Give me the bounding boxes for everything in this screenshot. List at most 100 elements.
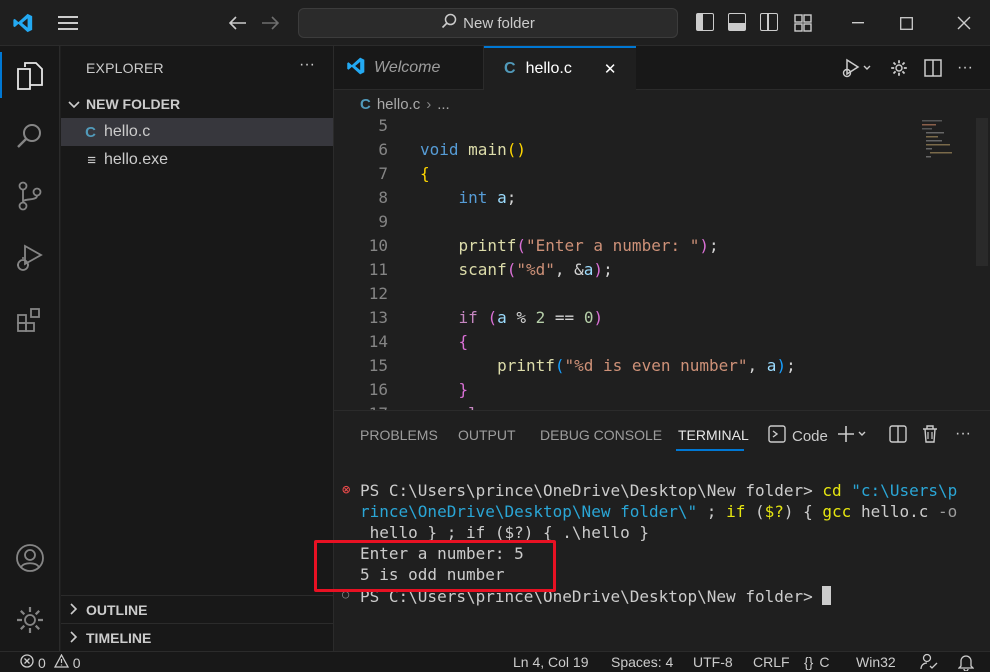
line-number: 8 bbox=[378, 187, 388, 207]
split-terminal-icon[interactable] bbox=[886, 411, 910, 457]
outline-label: OUTLINE bbox=[86, 601, 148, 618]
status-bar: 0 0 Ln 4, Col 19 Spaces: 4 UTF-8 CRLF {}… bbox=[0, 651, 990, 672]
timeline-label: TIMELINE bbox=[86, 629, 152, 646]
toggle-secondary-sidebar-icon[interactable] bbox=[760, 13, 778, 31]
tab-terminal[interactable]: TERMINAL bbox=[678, 427, 749, 443]
tab-welcome[interactable]: Welcome bbox=[334, 46, 484, 90]
line-number: 13 bbox=[368, 307, 388, 327]
binary-file-icon: ≡ bbox=[87, 151, 96, 169]
encoding-status[interactable]: UTF-8 bbox=[693, 654, 733, 670]
command-center-search[interactable]: New folder bbox=[298, 8, 678, 38]
more-actions-icon[interactable]: ··· bbox=[299, 56, 315, 74]
file-item-hello-c[interactable]: C hello.c bbox=[61, 118, 333, 146]
trash-icon[interactable] bbox=[918, 411, 942, 457]
error-decoration-icon: ⊗ bbox=[342, 482, 351, 498]
source-control-icon[interactable] bbox=[0, 170, 60, 222]
minimap[interactable] bbox=[918, 118, 968, 168]
search-icon bbox=[441, 13, 457, 33]
close-window-icon[interactable] bbox=[942, 0, 986, 46]
cursor-position[interactable]: Ln 4, Col 19 bbox=[513, 654, 589, 670]
folder-new-folder[interactable]: NEW FOLDER bbox=[61, 92, 333, 116]
problems-status[interactable]: 0 0 bbox=[20, 653, 81, 671]
tab-label: Welcome bbox=[374, 59, 441, 76]
settings-gear-icon[interactable] bbox=[0, 594, 60, 646]
file-item-hello-exe[interactable]: ≡ hello.exe bbox=[61, 146, 333, 174]
run-code-icon[interactable] bbox=[836, 46, 876, 90]
eol-status[interactable]: CRLF bbox=[753, 654, 790, 670]
vscode-logo-icon bbox=[8, 0, 38, 46]
more-actions-icon[interactable]: ··· bbox=[952, 46, 978, 90]
chevron-right-icon bbox=[61, 602, 86, 618]
breadcrumb-rest[interactable]: ... bbox=[437, 96, 450, 113]
code-line: 6 void main() bbox=[334, 137, 974, 161]
split-editor-icon[interactable] bbox=[920, 46, 946, 90]
code-line: 11 scanf("%d", &a); bbox=[334, 257, 974, 281]
code-line: 10 printf("Enter a number: "); bbox=[334, 233, 974, 257]
language-label: C bbox=[819, 654, 830, 670]
explorer-icon[interactable] bbox=[0, 50, 60, 102]
gear-icon[interactable] bbox=[886, 46, 912, 90]
back-arrow-icon[interactable] bbox=[226, 0, 250, 46]
search-sidebar-icon[interactable] bbox=[0, 110, 60, 162]
tab-output[interactable]: OUTPUT bbox=[458, 427, 516, 443]
chevron-down-icon bbox=[61, 96, 86, 112]
run-debug-icon[interactable] bbox=[0, 232, 60, 284]
terminal-icon bbox=[768, 425, 786, 447]
code-line: 7{ bbox=[334, 161, 974, 185]
warning-icon bbox=[53, 653, 69, 671]
code-line: 15 printf("%d is even number", a); bbox=[334, 353, 974, 377]
accounts-icon[interactable] bbox=[0, 532, 60, 584]
c-file-icon: C bbox=[85, 123, 96, 141]
line-number: 15 bbox=[368, 355, 388, 375]
code-editor[interactable]: 5 6 void main() 7{ 8 int a; 9 10 printf("… bbox=[334, 118, 990, 410]
more-actions-icon[interactable]: ··· bbox=[950, 411, 976, 457]
line-number: 14 bbox=[368, 331, 388, 351]
toggle-primary-sidebar-icon[interactable] bbox=[696, 13, 714, 31]
file-label: hello.exe bbox=[104, 151, 169, 168]
breadcrumb: C hello.c › ... bbox=[334, 90, 990, 118]
terminal-shell-selector[interactable]: Code bbox=[768, 425, 828, 447]
c-file-icon: C bbox=[360, 95, 371, 113]
indentation-status[interactable]: Spaces: 4 bbox=[611, 654, 673, 670]
language-mode[interactable]: {} C bbox=[804, 654, 829, 670]
command-center-label: New folder bbox=[463, 14, 535, 32]
toggle-panel-icon[interactable] bbox=[728, 13, 746, 31]
tab-debug-console[interactable]: DEBUG CONSOLE bbox=[540, 427, 662, 443]
terminal-line: hello } ; if ($?) { .\hello } bbox=[360, 523, 649, 542]
chevron-right-icon bbox=[61, 630, 86, 646]
code-line: 13 if (a % 2 == 0) bbox=[334, 305, 974, 329]
error-count: 0 bbox=[38, 654, 46, 671]
tab-label: hello.c bbox=[525, 60, 572, 77]
breadcrumb-file[interactable]: hello.c bbox=[377, 96, 420, 113]
editor-scrollbar[interactable] bbox=[976, 118, 988, 266]
timeline-section[interactable]: TIMELINE bbox=[61, 623, 333, 651]
code-line: 16 } bbox=[334, 377, 974, 401]
editor-tabs: Welcome C hello.c ✕ ··· bbox=[334, 46, 990, 90]
line-number: 10 bbox=[368, 235, 388, 255]
file-label: hello.c bbox=[104, 123, 151, 140]
line-number: 11 bbox=[368, 259, 388, 279]
explorer-title: EXPLORER bbox=[86, 60, 164, 76]
close-tab-icon[interactable]: ✕ bbox=[604, 60, 617, 78]
maximize-icon[interactable] bbox=[884, 0, 928, 46]
forward-arrow-icon[interactable] bbox=[258, 0, 282, 46]
shell-label: Code bbox=[792, 427, 828, 445]
minimize-icon[interactable] bbox=[836, 0, 880, 46]
explorer-sidebar: EXPLORER ··· NEW FOLDER C hello.c ≡ hell… bbox=[61, 46, 334, 651]
notifications-bell-icon[interactable] bbox=[957, 653, 975, 672]
code-line: 14 { bbox=[334, 329, 974, 353]
line-number: 16 bbox=[368, 379, 388, 399]
outline-section[interactable]: OUTLINE bbox=[61, 595, 333, 623]
extensions-icon[interactable] bbox=[0, 294, 60, 346]
tab-problems[interactable]: PROBLEMS bbox=[360, 427, 438, 443]
tab-hello-c[interactable]: C hello.c ✕ bbox=[484, 46, 636, 90]
menu-icon[interactable] bbox=[54, 0, 82, 46]
vscode-icon bbox=[346, 56, 366, 81]
code-line: 8 int a; bbox=[334, 185, 974, 209]
feedback-icon[interactable] bbox=[920, 653, 938, 672]
customize-layout-icon[interactable] bbox=[790, 0, 816, 46]
platform-status[interactable]: Win32 bbox=[856, 654, 896, 670]
prompt-decoration-icon: ○ bbox=[342, 587, 350, 601]
line-number: 9 bbox=[378, 211, 388, 231]
new-terminal-icon[interactable] bbox=[836, 411, 870, 457]
